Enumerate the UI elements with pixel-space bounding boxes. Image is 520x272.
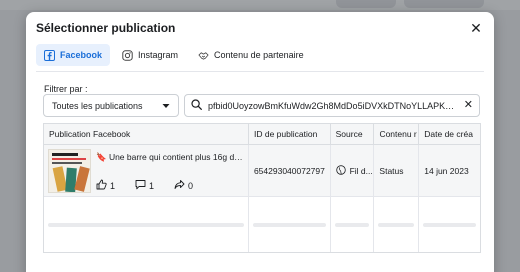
publications-table: Publication Facebook ID de publication S… (43, 123, 481, 253)
loading-cell (44, 197, 249, 252)
col-header-date: Date de créa (424, 129, 473, 139)
loading-cell (331, 197, 375, 252)
search-value: pfbid0UoyzowBmKfuWdw2Gh8MdDo5iDVXkDTNoYL… (208, 100, 458, 111)
source-label: Fil d... (349, 165, 373, 176)
publication-thumbnail (48, 149, 91, 193)
search-input[interactable]: pfbid0UoyzowBmKfuWdw2Gh8MdDo5iDVXkDTNoYL… (184, 94, 480, 117)
publication-text: 🔖 Une barre qui contient plus 16g de ... (96, 152, 246, 162)
col-header-content: Contenu r (374, 124, 420, 144)
publication-stats: 1 1 0 (96, 179, 193, 192)
loading-cell (249, 197, 331, 252)
caret-down-icon (162, 101, 170, 111)
tab-facebook[interactable]: Facebook (36, 44, 111, 66)
dialog-title: Sélectionner publication (36, 21, 176, 35)
comments-stat: 1 (135, 179, 154, 192)
thumbs-up-icon (96, 179, 107, 192)
clear-search-icon[interactable]: ✕ (464, 100, 473, 111)
shares-stat: 0 (174, 179, 193, 192)
table-header: Publication Facebook ID de publication S… (44, 124, 480, 145)
shares-count: 0 (188, 180, 194, 191)
loading-row (44, 197, 480, 252)
content-type: Status (374, 145, 420, 196)
comment-icon (135, 179, 146, 192)
tab-instagram-label: Instagram (138, 50, 179, 60)
instagram-icon (122, 49, 133, 61)
col-header-publication: Publication Facebook (44, 124, 249, 144)
publication-cell: 🔖 Une barre qui contient plus 16g de ...… (44, 145, 249, 196)
facebook-icon (44, 49, 55, 61)
source-tabs: Facebook Instagram Contenu de partenaire (36, 44, 484, 72)
source-cell: Fil d... (331, 145, 375, 196)
loading-cell (374, 197, 420, 252)
publication-id: 654293040072797 (249, 145, 331, 196)
share-icon (174, 179, 185, 192)
globe-icon (335, 164, 346, 177)
handshake-icon (198, 50, 209, 61)
tab-instagram[interactable]: Instagram (114, 44, 186, 66)
tab-facebook-label: Facebook (60, 50, 103, 60)
publication-type-select[interactable]: Toutes les publications (43, 94, 179, 117)
created-date: 14 jun 2023 (424, 165, 469, 176)
tab-partner-content[interactable]: Contenu de partenaire (190, 44, 312, 66)
col-header-source: Source (331, 124, 375, 144)
likes-count: 1 (110, 180, 116, 191)
close-icon: ✕ (470, 19, 482, 36)
comments-count: 1 (149, 180, 155, 191)
search-icon (191, 99, 202, 112)
close-button[interactable]: ✕ (468, 20, 484, 36)
select-value: Toutes les publications (52, 100, 143, 111)
loading-cell (419, 197, 480, 252)
tab-partner-content-label: Contenu de partenaire (214, 50, 304, 60)
col-header-id: ID de publication (249, 124, 331, 144)
filter-label: Filtrer par : (44, 84, 88, 94)
likes-stat: 1 (96, 179, 115, 192)
table-row[interactable]: 🔖 Une barre qui contient plus 16g de ...… (44, 145, 480, 197)
select-publication-dialog: Sélectionner publication ✕ Facebook Inst… (26, 12, 494, 272)
